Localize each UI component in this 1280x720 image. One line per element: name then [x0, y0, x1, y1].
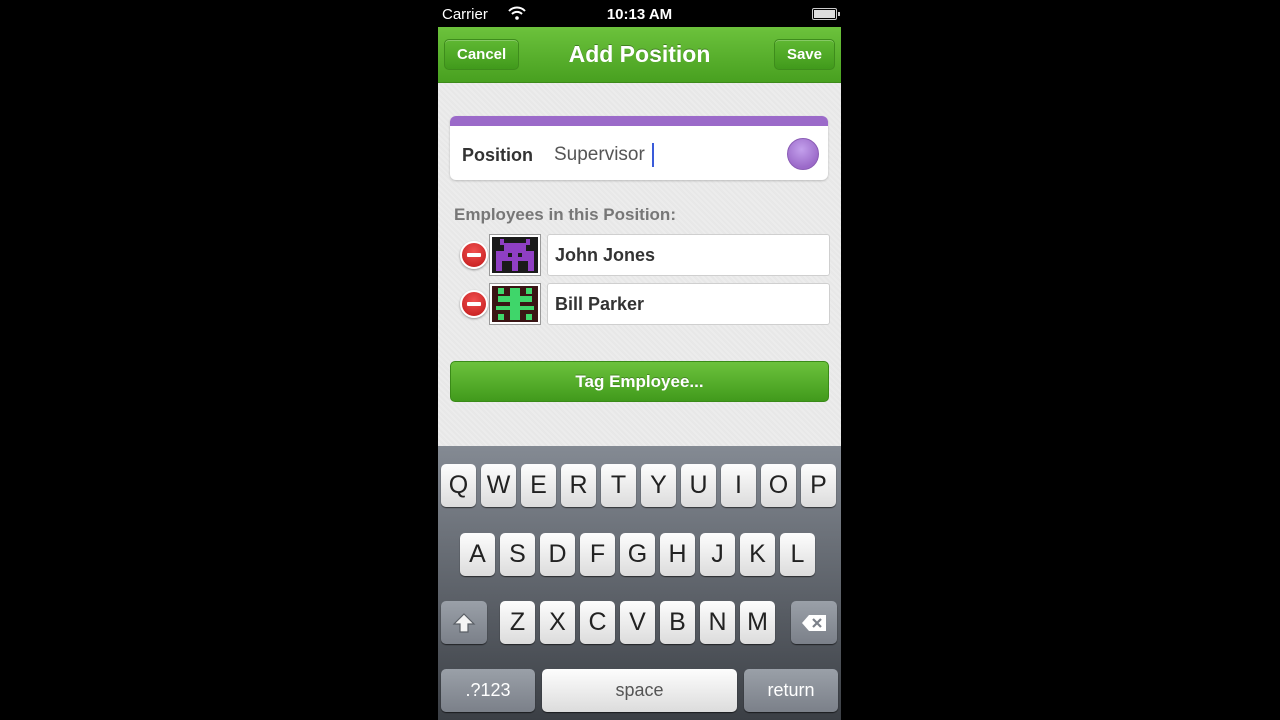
return-key[interactable]: return: [744, 669, 838, 712]
employee-name: Bill Parker: [547, 283, 830, 325]
text-cursor: [652, 143, 654, 167]
key-l[interactable]: L: [780, 533, 815, 576]
key-h[interactable]: H: [660, 533, 695, 576]
space-key[interactable]: space: [542, 669, 737, 712]
position-name-input[interactable]: [554, 143, 734, 167]
employee-avatar: [489, 234, 541, 276]
key-p[interactable]: P: [801, 464, 836, 507]
employee-name: John Jones: [547, 234, 830, 276]
color-picker-button[interactable]: [787, 138, 819, 170]
key-k[interactable]: K: [740, 533, 775, 576]
backspace-key[interactable]: [791, 601, 837, 644]
key-r[interactable]: R: [561, 464, 596, 507]
key-w[interactable]: W: [481, 464, 516, 507]
key-x[interactable]: X: [540, 601, 575, 644]
key-m[interactable]: M: [740, 601, 775, 644]
key-t[interactable]: T: [601, 464, 636, 507]
key-z[interactable]: Z: [500, 601, 535, 644]
phone-screen: Carrier 10:13 AM Cancel Add Position Sav…: [438, 0, 841, 720]
employees-section-header: Employees in this Position:: [454, 205, 676, 224]
employee-avatar: [489, 283, 541, 325]
key-c[interactable]: C: [580, 601, 615, 644]
key-y[interactable]: Y: [641, 464, 676, 507]
key-e[interactable]: E: [521, 464, 556, 507]
backspace-icon: [802, 615, 826, 631]
key-n[interactable]: N: [700, 601, 735, 644]
save-button[interactable]: Save: [773, 39, 835, 70]
status-bar: Carrier 10:13 AM: [438, 0, 841, 27]
position-card: Position: [450, 116, 828, 180]
key-u[interactable]: U: [681, 464, 716, 507]
key-j[interactable]: J: [700, 533, 735, 576]
employee-row: Bill Parker: [460, 283, 830, 325]
position-color-strip: [450, 116, 828, 126]
numbers-key[interactable]: .?123: [441, 669, 535, 712]
shift-key[interactable]: [441, 601, 487, 644]
shift-icon: [452, 613, 476, 633]
position-label: Position: [462, 145, 533, 165]
key-i[interactable]: I: [721, 464, 756, 507]
key-f[interactable]: F: [580, 533, 615, 576]
key-s[interactable]: S: [500, 533, 535, 576]
key-v[interactable]: V: [620, 601, 655, 644]
key-q[interactable]: Q: [441, 464, 476, 507]
key-d[interactable]: D: [540, 533, 575, 576]
battery-icon: [812, 8, 840, 20]
status-time: 10:13 AM: [606, 6, 673, 23]
keyboard: Q W E R T Y U I O P A S D F G H J K L Z …: [438, 446, 841, 720]
remove-employee-button[interactable]: [460, 290, 488, 318]
key-g[interactable]: G: [620, 533, 655, 576]
key-a[interactable]: A: [460, 533, 495, 576]
cancel-button[interactable]: Cancel: [444, 39, 520, 70]
employee-row: John Jones: [460, 234, 830, 276]
key-o[interactable]: O: [761, 464, 796, 507]
navigation-bar: Cancel Add Position Save: [438, 27, 841, 83]
tag-employee-button[interactable]: Tag Employee...: [450, 361, 829, 402]
form-content: Position Employees in this Position:: [438, 83, 841, 446]
key-b[interactable]: B: [660, 601, 695, 644]
remove-employee-button[interactable]: [460, 241, 488, 269]
